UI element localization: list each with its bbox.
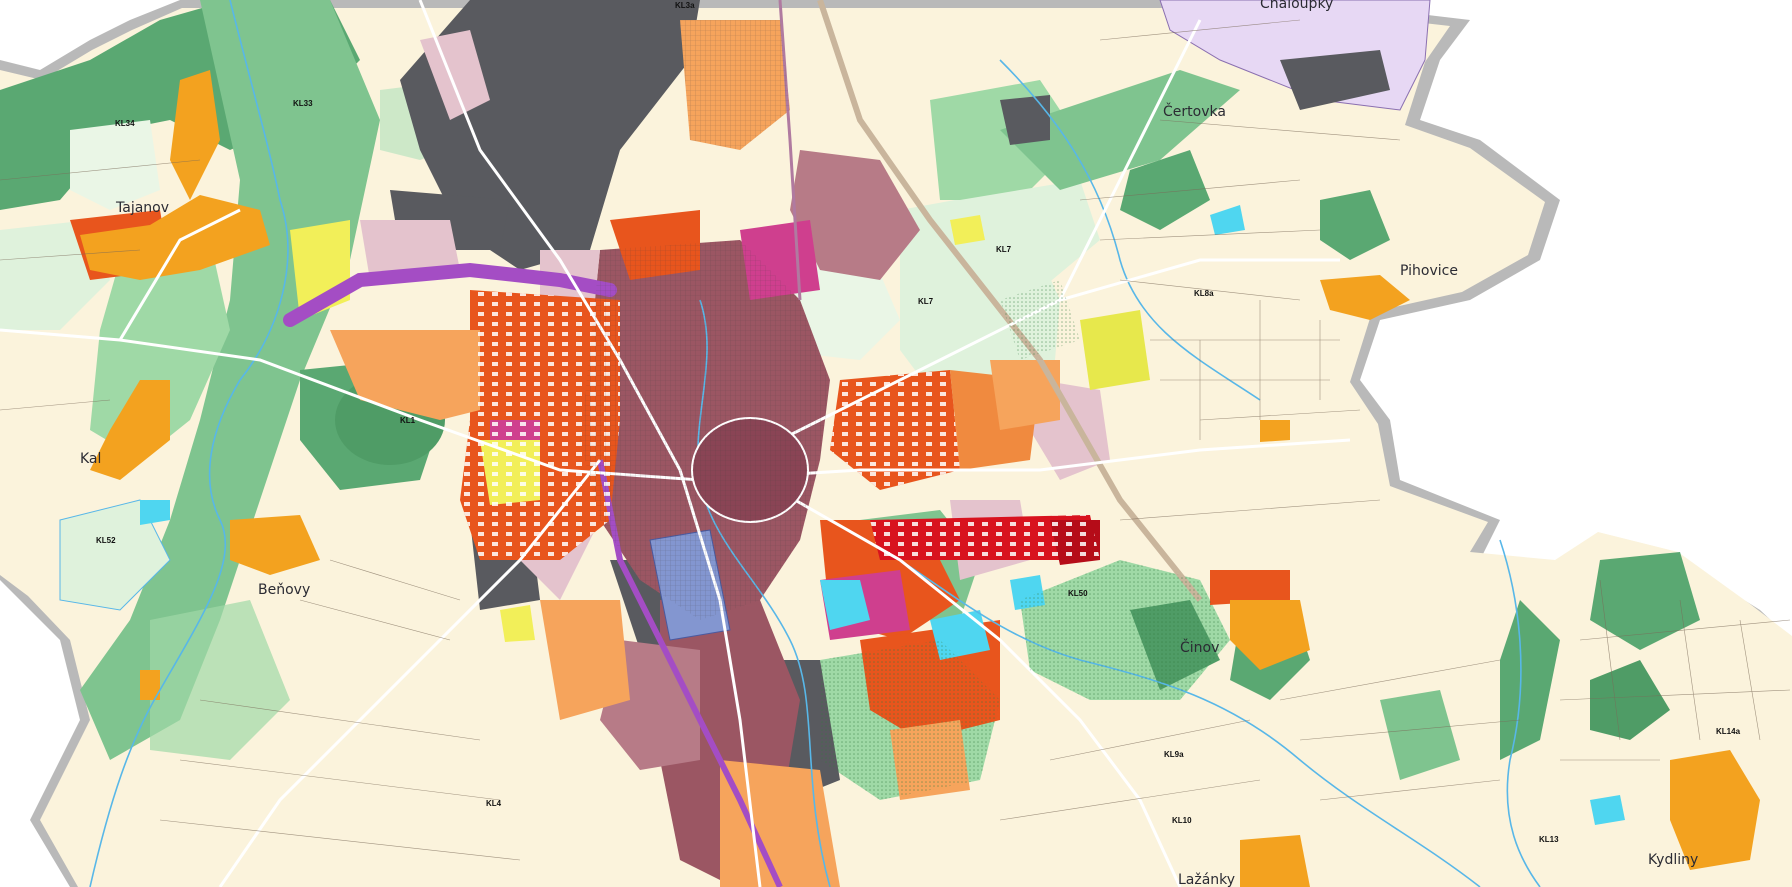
place-label-certovka: Čertovka (1163, 102, 1226, 120)
area-code-kl7: KL7 (996, 245, 1012, 254)
area-code-kl33: KL33 (293, 99, 313, 108)
area-code-kl34: KL34 (115, 119, 135, 128)
place-label-chaloupky: Chaloupky (1260, 0, 1333, 12)
place-label-kal: Kal (80, 451, 101, 467)
place-label-lazanky: Lažánky (1178, 872, 1235, 887)
place-label-cinov: Činov (1180, 638, 1219, 656)
area-code-kl7b: KL7 (918, 297, 934, 306)
area-code-kl14a: KL14a (1716, 727, 1741, 736)
place-label-pihovice: Pihovice (1400, 263, 1458, 279)
area-code-kl9a: KL9a (1164, 750, 1184, 759)
place-label-benovy: Beňovy (258, 582, 310, 598)
map-canvas[interactable]: Tajanov Kal Beňovy Čertovka Chaloupky Pi… (0, 0, 1792, 887)
area-code-kl52: KL52 (96, 536, 116, 545)
historic-centre-hatch (692, 418, 808, 522)
area-code-kl3a: KL3a (675, 1, 695, 10)
area-code-kl1: KL1 (400, 416, 416, 425)
area-code-kl10: KL10 (1172, 816, 1192, 825)
place-label-kydliny: Kydliny (1648, 852, 1698, 868)
area-code-kl8a: KL8a (1194, 289, 1214, 298)
area-code-kl13: KL13 (1539, 835, 1559, 844)
place-label-tajanov: Tajanov (115, 200, 169, 216)
area-code-kl4: KL4 (486, 799, 502, 808)
area-code-kl50: KL50 (1068, 589, 1088, 598)
